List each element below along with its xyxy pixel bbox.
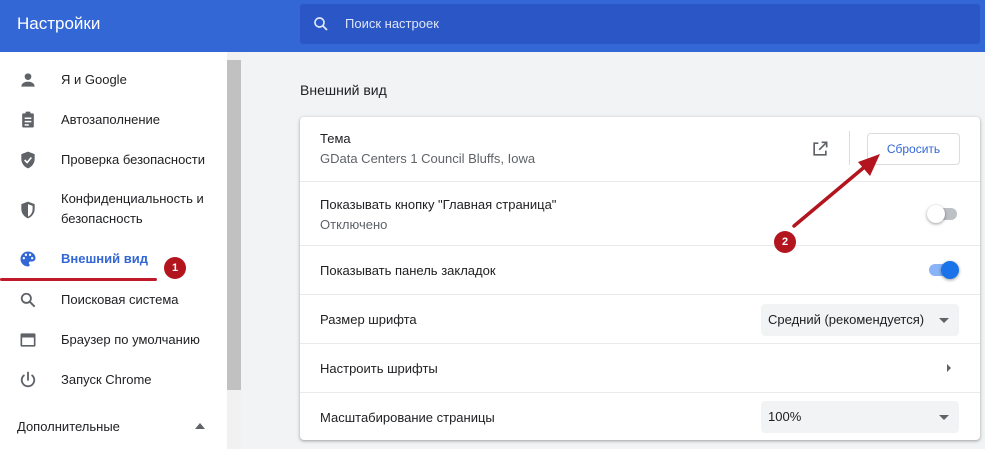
theme-label: Тема (320, 131, 351, 146)
home-button-toggle[interactable] (927, 204, 957, 224)
annotation-arrow (792, 154, 880, 228)
sidebar-scrollbar-thumb[interactable] (227, 60, 241, 390)
sidebar-item-label: Автозаполнение (61, 112, 161, 127)
page-zoom-select[interactable]: 100% (761, 401, 959, 433)
chevron-down-icon (939, 318, 949, 323)
shield-icon (21, 201, 35, 219)
page-title: Настройки (17, 14, 101, 33)
sidebar-item-autofill[interactable]: Автозаполнение (0, 109, 227, 131)
annotation-badge-1: 1 (164, 257, 186, 279)
annotation-underline (0, 278, 157, 281)
sidebar-item-label: Конфиденциальность и (61, 191, 204, 206)
sidebar-item-label: Проверка безопасности (61, 152, 206, 167)
toggle-knob (927, 205, 945, 223)
page-zoom-value: 100% (768, 409, 802, 424)
palette-icon (20, 251, 36, 267)
person-icon (21, 73, 35, 87)
shield-check-icon (21, 151, 35, 169)
sidebar-item-on-startup[interactable]: Запуск Chrome (0, 369, 227, 391)
sidebar-item-you-and-google[interactable]: Я и Google (0, 69, 227, 91)
customize-fonts-label: Настроить шрифты (320, 361, 438, 376)
font-size-select[interactable]: Средний (рекомендуется) (761, 304, 959, 336)
home-button-label: Показывать кнопку "Главная страница" (320, 197, 557, 212)
sidebar-item-label-line2: безопасность (61, 211, 143, 226)
sidebar-item-label: Браузер по умолчанию (61, 332, 200, 347)
chevron-down-icon (939, 415, 949, 420)
page-zoom-label: Масштабирование страницы (320, 410, 495, 425)
header-bar: Настройки Поиск настроек (0, 0, 985, 52)
search-box[interactable]: Поиск настроек (300, 4, 980, 44)
toggle-knob (941, 261, 959, 279)
bookmarks-bar-label: Показывать панель закладок (320, 263, 496, 278)
chevron-up-icon[interactable] (195, 423, 205, 429)
home-button-status: Отключено (320, 217, 388, 232)
sidebar-item-privacy[interactable]: Конфиденциальность и безопасность (0, 188, 227, 232)
theme-value: GData Centers 1 Council Bluffs, Iowa (320, 151, 536, 166)
page-zoom-row: Масштабирование страницы 100% (300, 392, 980, 441)
sidebar-item-label: Поисковая система (61, 292, 179, 307)
search-input[interactable]: Поиск настроек (345, 16, 439, 31)
sidebar: Я и Google Автозаполнение Проверка безоп… (0, 52, 227, 449)
bookmarks-bar-toggle[interactable] (929, 260, 959, 280)
sidebar-item-search-engine[interactable]: Поисковая система (0, 289, 227, 311)
font-size-row: Размер шрифта Средний (рекомендуется) (300, 294, 980, 344)
bookmarks-bar-row[interactable]: Показывать панель закладок (300, 245, 980, 295)
search-icon (314, 17, 328, 31)
annotation-badge-2: 2 (774, 231, 796, 253)
sidebar-item-label: Я и Google (61, 72, 127, 87)
search-icon (20, 292, 36, 308)
customize-fonts-row[interactable]: Настроить шрифты (300, 343, 980, 393)
clipboard-icon (22, 111, 34, 128)
chevron-right-icon (947, 364, 951, 372)
font-size-label: Размер шрифта (320, 312, 417, 327)
browser-icon (20, 333, 36, 347)
sidebar-item-label: Внешний вид (61, 251, 148, 266)
sidebar-item-default-browser[interactable]: Браузер по умолчанию (0, 329, 227, 351)
section-title: Внешний вид (300, 82, 387, 98)
sidebar-item-label: Запуск Chrome (61, 372, 152, 387)
sidebar-item-appearance[interactable]: Внешний вид (0, 249, 227, 271)
sidebar-advanced-toggle[interactable]: Дополнительные (17, 419, 120, 434)
power-icon (20, 371, 36, 388)
sidebar-item-safety-check[interactable]: Проверка безопасности (0, 149, 227, 171)
font-size-value: Средний (рекомендуется) (768, 312, 925, 327)
